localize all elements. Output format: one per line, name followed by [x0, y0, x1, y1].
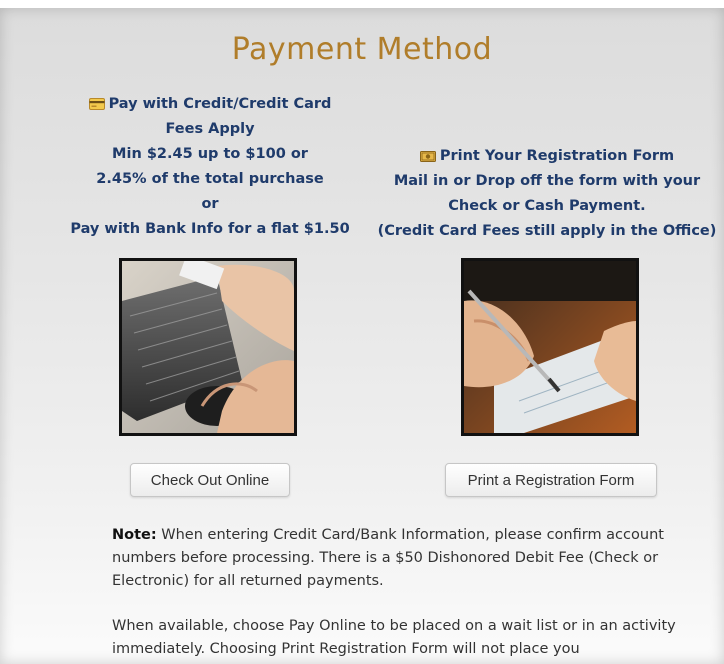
min-fee-text: Min $2.45 up to $100 or: [112, 146, 308, 162]
wait-list-paragraph: When available, choose Pay Online to be …: [112, 618, 676, 657]
credit-card-heading: Pay with Credit/Credit Card: [60, 92, 360, 117]
check-cash-text: Check or Cash Payment.: [448, 198, 646, 214]
percent-fee-text: 2.45% of the total purchase: [96, 171, 324, 187]
cash-icon: [419, 150, 436, 162]
credit-card-info: Pay with Credit/Credit Card Fees Apply M…: [60, 92, 360, 242]
credit-card-icon: [88, 98, 105, 110]
payment-method-panel: Payment Method Pay with Credit/Credit Ca…: [0, 8, 724, 664]
fees-apply-text: Fees Apply: [165, 121, 255, 137]
print-form-info: Print Your Registration Form Mail in or …: [372, 144, 722, 244]
credit-card-heading-text: Pay with Credit/Credit Card: [108, 96, 332, 112]
note-text: When entering Credit Card/Bank Informati…: [112, 527, 664, 589]
print-form-heading-text: Print Your Registration Form: [439, 148, 675, 164]
or-text: or: [201, 196, 219, 212]
writing-check-photo: [461, 258, 639, 436]
page-title: Payment Method: [231, 32, 493, 67]
office-fees-text: (Credit Card Fees still apply in the Off…: [377, 223, 717, 239]
notes-section: Note: When entering Credit Card/Bank Inf…: [112, 524, 687, 664]
note-label: Note:: [112, 527, 157, 543]
keyboard-mouse-photo: [119, 258, 297, 436]
check-out-online-button[interactable]: Check Out Online: [130, 463, 290, 497]
bank-info-text: Pay with Bank Info for a flat $1.50: [70, 221, 350, 237]
mail-in-text: Mail in or Drop off the form with your: [393, 173, 701, 189]
print-form-heading: Print Your Registration Form: [372, 144, 722, 169]
print-registration-form-button[interactable]: Print a Registration Form: [445, 463, 657, 497]
note-paragraph: Note: When entering Credit Card/Bank Inf…: [112, 524, 687, 593]
